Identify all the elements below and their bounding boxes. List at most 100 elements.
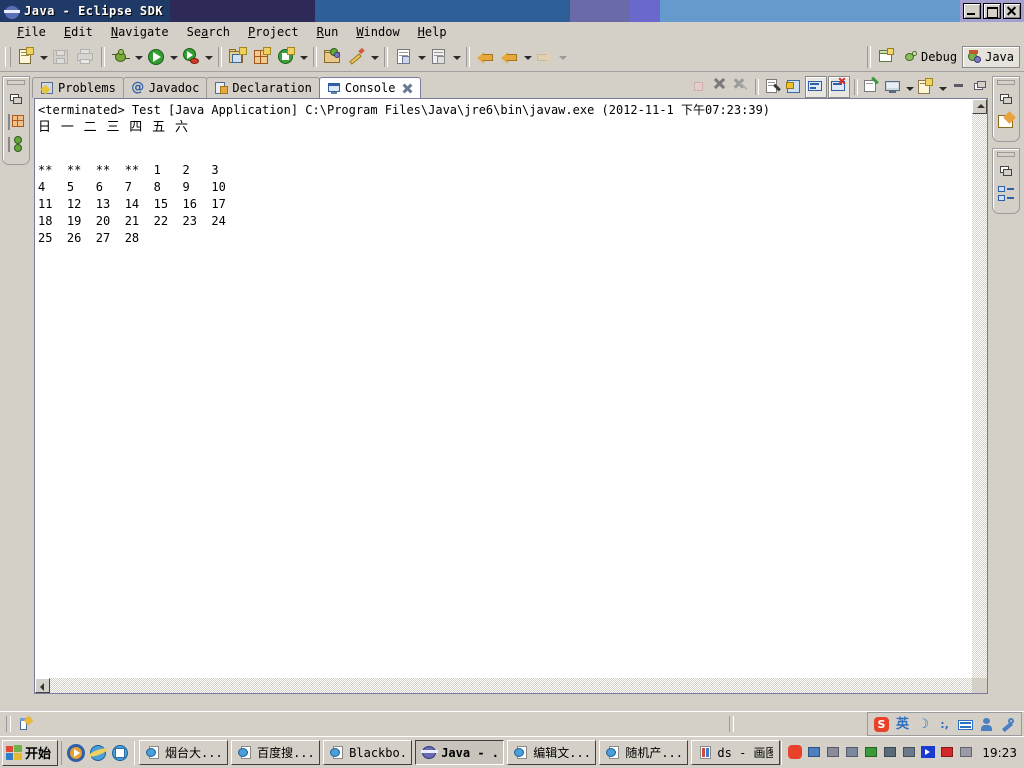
forward-history-button[interactable] bbox=[534, 46, 556, 68]
punctuation-icon[interactable]: :, bbox=[937, 717, 952, 732]
run-external-tool-dropdown-arrow[interactable] bbox=[203, 46, 214, 68]
leaf-green-icon[interactable] bbox=[864, 745, 879, 760]
menu-item-project[interactable]: Project bbox=[239, 23, 308, 41]
run-dropdown-arrow[interactable] bbox=[168, 46, 179, 68]
close-button[interactable] bbox=[1003, 3, 1021, 19]
play-blue-icon[interactable] bbox=[921, 745, 936, 760]
input-mode-icon[interactable]: 英 bbox=[895, 717, 910, 732]
minimize-button[interactable] bbox=[963, 3, 981, 19]
display-selected-console-button[interactable] bbox=[883, 77, 903, 97]
quick-edit-dropdown-arrow[interactable] bbox=[369, 46, 380, 68]
disc-icon[interactable] bbox=[845, 745, 860, 760]
menu-item-navigate[interactable]: Navigate bbox=[102, 23, 178, 41]
internet-explorer-icon[interactable] bbox=[87, 744, 109, 762]
taskbar-button[interactable]: 烟台大... bbox=[139, 740, 229, 765]
menu-item-edit[interactable]: Edit bbox=[55, 23, 102, 41]
restore-view-icon[interactable] bbox=[6, 89, 26, 109]
new-wizard-dropdown-arrow[interactable] bbox=[38, 46, 49, 68]
clear-console-button[interactable] bbox=[763, 77, 783, 97]
taskbar-clock[interactable]: 19:23 bbox=[982, 746, 1017, 760]
taskbar-button[interactable]: Java - ... bbox=[415, 740, 505, 765]
minimize-view-button[interactable] bbox=[949, 77, 969, 97]
task-list-icon[interactable] bbox=[996, 111, 1016, 132]
maximize-button[interactable] bbox=[983, 3, 1001, 19]
back-history-button[interactable] bbox=[475, 46, 497, 68]
sogou-logo-icon[interactable]: S bbox=[874, 716, 889, 732]
open-type-button[interactable] bbox=[322, 46, 344, 68]
run-button[interactable] bbox=[145, 46, 167, 68]
display-selected-console-button-dropdown-arrow[interactable] bbox=[904, 77, 915, 97]
menu-item-help[interactable]: Help bbox=[409, 23, 456, 41]
taskbar-button[interactable]: 百度搜... bbox=[231, 740, 321, 765]
maximize-view-button[interactable] bbox=[970, 77, 990, 97]
open-perspective-button[interactable] bbox=[876, 46, 898, 68]
prev-annotation-button[interactable] bbox=[428, 46, 450, 68]
new-java-project-button[interactable] bbox=[227, 46, 249, 68]
taskbar-button[interactable]: 随机产... bbox=[599, 740, 689, 765]
save-button[interactable] bbox=[50, 46, 72, 68]
start-button[interactable]: 开始 bbox=[2, 739, 59, 766]
view-tab-console[interactable]: Console bbox=[318, 77, 422, 98]
calendar-tray-icon[interactable] bbox=[902, 745, 917, 760]
taskbar-button[interactable]: 编辑文... bbox=[507, 740, 597, 765]
view-tab-declaration[interactable]: Declaration bbox=[206, 77, 320, 98]
user-icon[interactable] bbox=[979, 717, 994, 732]
console-text-area[interactable]: <terminated> Test [Java Application] C:\… bbox=[35, 99, 972, 678]
open-console-button[interactable] bbox=[916, 77, 936, 97]
terminate-button[interactable] bbox=[689, 77, 709, 97]
console-vertical-scrollbar[interactable] bbox=[972, 99, 987, 678]
console-horizontal-scrollbar[interactable] bbox=[35, 678, 972, 693]
last-edit-button[interactable] bbox=[499, 46, 521, 68]
open-console-button-dropdown-arrow[interactable] bbox=[937, 77, 948, 97]
forward-history-dropdown-arrow[interactable] bbox=[557, 46, 568, 68]
menu-item-window[interactable]: Window bbox=[347, 23, 408, 41]
player-tray-icon[interactable] bbox=[883, 745, 898, 760]
network-icon[interactable] bbox=[807, 745, 822, 760]
debug-dropdown-arrow[interactable] bbox=[133, 46, 144, 68]
taskbar-button[interactable]: Blackbo... bbox=[323, 740, 413, 765]
new-java-class-button[interactable] bbox=[275, 46, 297, 68]
monitor-icon[interactable] bbox=[826, 745, 841, 760]
toolbar-grip[interactable] bbox=[5, 46, 11, 67]
next-annotation-dropdown-arrow[interactable] bbox=[416, 46, 427, 68]
toolbox-icon[interactable] bbox=[1000, 717, 1015, 732]
menu-item-search[interactable]: Search bbox=[178, 23, 239, 41]
new-wizard-button[interactable] bbox=[15, 46, 37, 68]
remove-all-launch-button[interactable] bbox=[731, 77, 751, 97]
outline-icon[interactable] bbox=[996, 184, 1016, 204]
restore-view-icon[interactable] bbox=[996, 161, 1016, 181]
new-package-button[interactable] bbox=[251, 46, 273, 68]
perspective-java[interactable]: Java bbox=[962, 46, 1020, 68]
prev-annotation-dropdown-arrow[interactable] bbox=[451, 46, 462, 68]
close-icon[interactable] bbox=[402, 83, 413, 94]
hierarchy-icon[interactable] bbox=[6, 135, 26, 155]
pin-console-button[interactable] bbox=[862, 76, 882, 97]
moon-icon[interactable]: ☽ bbox=[916, 717, 931, 732]
view-tab-javadoc[interactable]: @ Javadoc bbox=[122, 77, 208, 98]
scroll-lock-button[interactable] bbox=[784, 77, 804, 97]
menu-item-run[interactable]: Run bbox=[308, 23, 348, 41]
run-external-tool-button[interactable] bbox=[180, 46, 202, 68]
package-explorer-icon[interactable] bbox=[6, 112, 26, 132]
gray-disc-icon[interactable] bbox=[959, 745, 974, 760]
quick-edit-button[interactable] bbox=[346, 46, 368, 68]
print-button[interactable] bbox=[74, 46, 96, 68]
scroll-left-button[interactable] bbox=[35, 678, 50, 693]
sogou-tray-icon[interactable] bbox=[788, 745, 803, 760]
perspective-debug[interactable]: Debug bbox=[899, 47, 962, 67]
show-desktop-icon[interactable] bbox=[111, 744, 129, 762]
restore-view-icon[interactable] bbox=[996, 89, 1016, 109]
soft-keyboard-icon[interactable] bbox=[958, 717, 973, 732]
show-console-on-err-button[interactable] bbox=[828, 76, 850, 98]
last-edit-dropdown-arrow[interactable] bbox=[522, 46, 533, 68]
view-tab-problems[interactable]: Problems bbox=[32, 77, 124, 98]
show-console-on-out-button[interactable] bbox=[805, 76, 827, 98]
taskbar-button[interactable]: ds - 画图 bbox=[691, 740, 781, 765]
media-player-icon[interactable] bbox=[67, 743, 86, 762]
menu-item-file[interactable]: File bbox=[8, 23, 55, 41]
next-annotation-button[interactable] bbox=[393, 46, 415, 68]
new-java-class-dropdown-arrow[interactable] bbox=[298, 46, 309, 68]
remove-launch-button[interactable] bbox=[710, 77, 730, 97]
antivirus-icon[interactable] bbox=[940, 745, 955, 760]
scroll-up-button[interactable] bbox=[972, 99, 987, 114]
